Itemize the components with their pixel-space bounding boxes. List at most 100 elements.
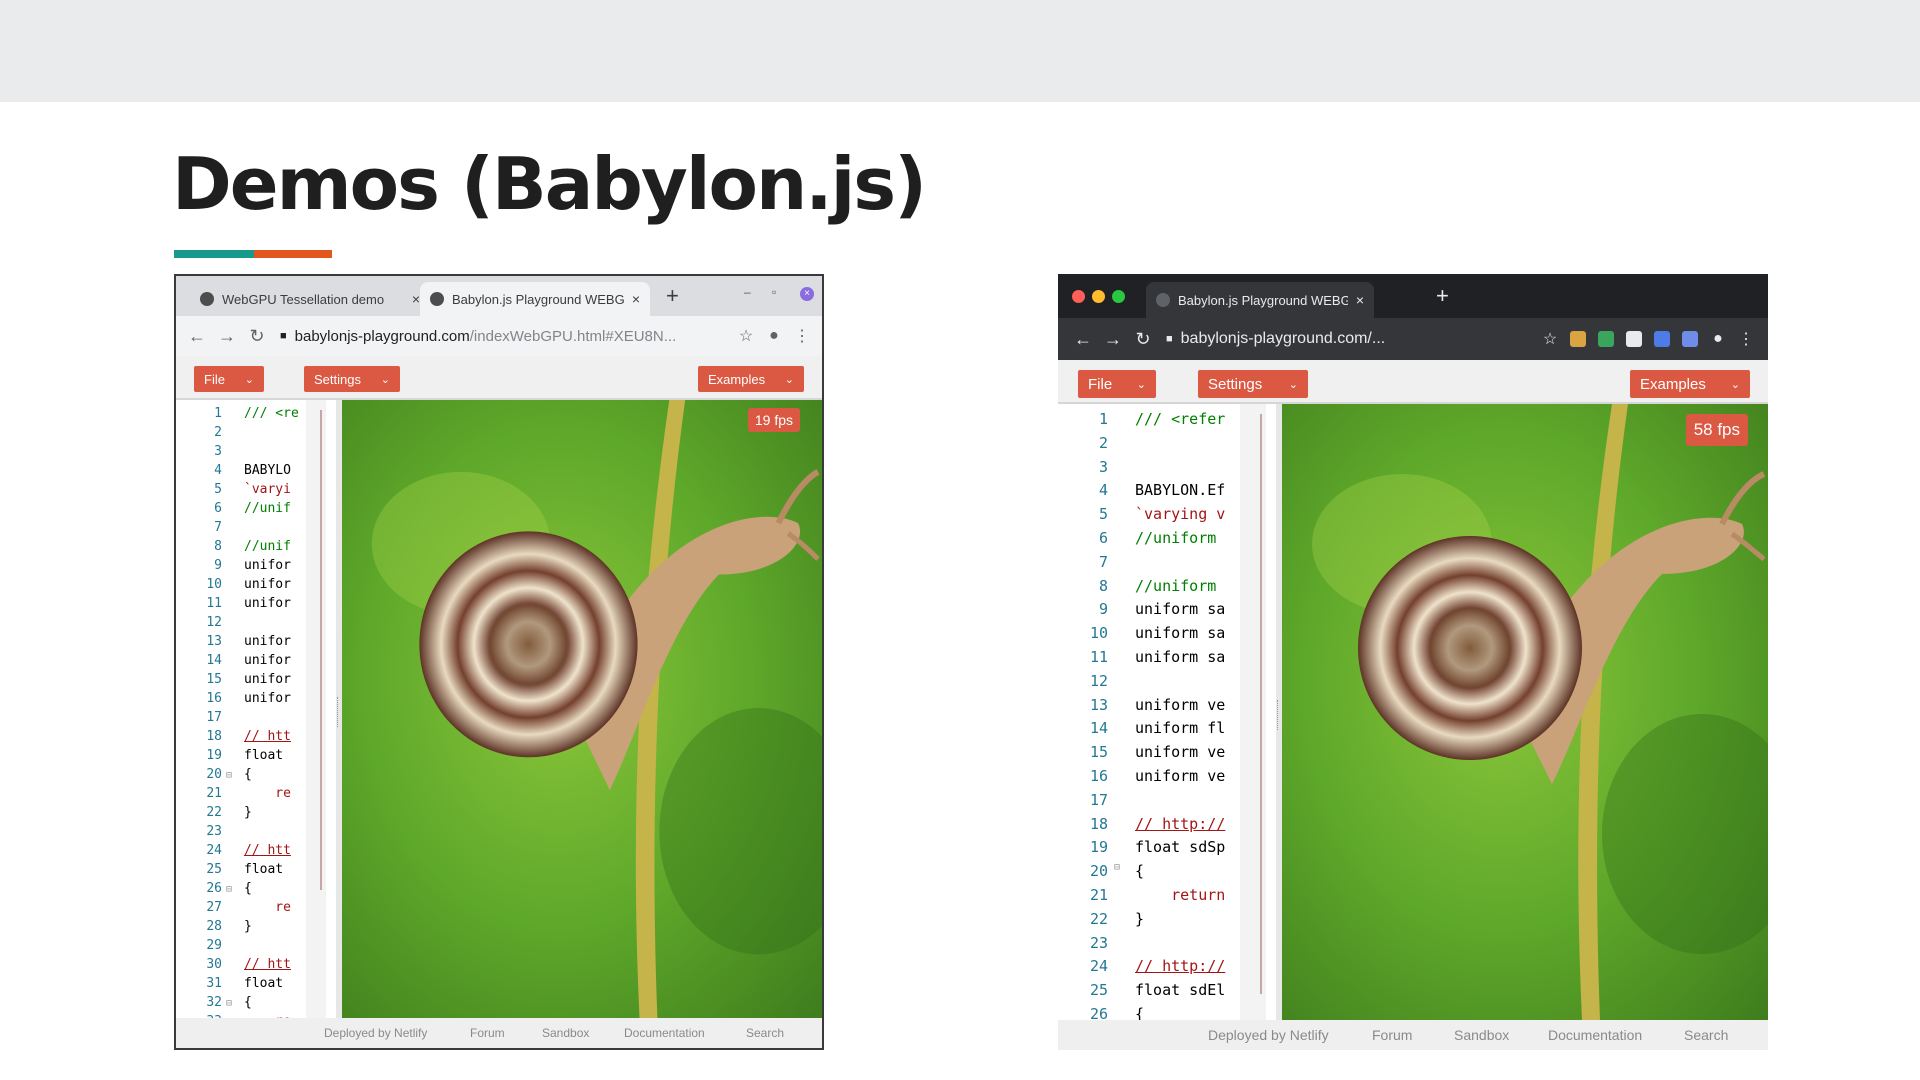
extension-icon-shield[interactable] [1654,331,1670,347]
footer-link-documentation[interactable]: Documentation [1548,1027,1642,1043]
code-editor[interactable]: 1 2 3 4 5 6 7 8 9 10 11 12 13 14 15 16 17 18 19 20 21 22 23 24 2… [176,400,336,1018]
menu-icon[interactable]: ⋮ [1732,329,1760,349]
line-number: 11 [206,596,222,611]
footer-link-netlify[interactable]: Deployed by Netlify [1208,1027,1329,1043]
url-path: /indexWebGPU.html#XEU8N... [469,327,677,345]
footer-link-netlify[interactable]: Deployed by Netlify [324,1026,427,1040]
code-line: re [244,900,291,915]
settings-menu-button[interactable]: Settings ⌄ [1198,370,1308,398]
code-line: BABYLO [244,463,291,478]
code-editor[interactable]: 1 2 3 4 5 6 7 8 9 10 11 12 13 14 15 16 17 18 19 20 21 22 23 24 2… [1058,404,1276,1020]
account-icon[interactable]: ● [760,327,788,345]
code-line: unifor [244,653,291,668]
line-number: 17 [206,710,222,725]
line-number: 11 [1089,647,1108,666]
code-line: uniform fl [1135,719,1226,738]
minimize-button[interactable]: – [744,285,751,299]
right-browser-window: Babylon.js Playground WEBGPU × + ← → ↻ ■… [1058,274,1768,1050]
window-close-button[interactable]: × [800,287,814,301]
close-icon[interactable]: × [632,291,640,307]
line-number: 22 [1089,909,1108,928]
reload-icon[interactable]: ↻ [242,326,272,347]
forward-icon[interactable]: → [212,326,242,347]
new-tab-button[interactable]: + [1436,283,1449,309]
settings-menu-button[interactable]: Settings ⌄ [304,366,400,392]
extension-icon-react[interactable] [1682,331,1698,347]
code-line: // htt [244,957,291,972]
extension-icon-card[interactable] [1626,331,1642,347]
back-icon[interactable]: ← [1068,329,1098,350]
fold-icon[interactable]: ⊟ [226,770,232,781]
chevron-down-icon: ⌄ [1730,378,1740,391]
editor-minimap[interactable] [1240,404,1266,1020]
reload-icon[interactable]: ↻ [1128,329,1158,350]
line-number: 15 [206,672,222,687]
footer-link-documentation[interactable]: Documentation [624,1026,705,1040]
line-number: 13 [206,634,222,649]
editor-minimap[interactable] [306,400,326,1018]
zoom-window-dot[interactable] [1112,290,1125,303]
code-line: //unif [244,539,291,554]
new-tab-button[interactable]: + [666,283,679,309]
code-line: float [244,862,291,877]
tab-babylon-playground[interactable]: Babylon.js Playground WEBGPU × [1146,282,1374,318]
code-line: unifor [244,634,291,649]
code-line: unifor [244,672,291,687]
fold-icon[interactable]: ⊟ [226,998,232,1009]
close-icon[interactable]: × [1356,292,1364,308]
footer-link-sandbox[interactable]: Sandbox [542,1026,589,1040]
close-window-dot[interactable] [1072,290,1085,303]
footer-link-forum[interactable]: Forum [1372,1027,1412,1043]
menu-icon[interactable]: ⋮ [788,326,816,346]
url-field[interactable]: ■ babylonjs-playground.com/... [1166,330,1536,348]
back-icon[interactable]: ← [182,326,212,347]
close-icon[interactable]: × [412,291,420,307]
code-text[interactable]: /// <refer BABYLON.Ef `varying v//uniform … [1135,404,1240,1020]
examples-menu-button[interactable]: Examples ⌄ [1630,370,1750,398]
line-number: 15 [1089,743,1108,762]
line-number: 19 [206,748,222,763]
footer-link-search[interactable]: Search [1684,1027,1728,1043]
tab-babylon-playground[interactable]: Babylon.js Playground WEBGPU × [420,282,650,316]
fold-icon[interactable]: ⊟ [226,884,232,895]
forward-icon[interactable]: → [1098,329,1128,350]
fold-icon[interactable]: ⊟ [1114,862,1120,873]
minimize-window-dot[interactable] [1092,290,1105,303]
examples-menu-button[interactable]: Examples ⌄ [698,366,804,392]
line-number: 13 [1089,695,1108,714]
url-field[interactable]: ■ babylonjs-playground.com/indexWebGPU.h… [280,328,732,345]
chevron-down-icon: ⌄ [1136,378,1146,391]
left-browser-window: WebGPU Tessellation demo × Babylon.js Pl… [174,274,824,1050]
line-number: 3 [1098,457,1108,476]
line-number: 23 [1089,933,1108,952]
restore-button[interactable]: ▫ [772,285,776,299]
settings-label: Settings [1208,375,1263,393]
footer-link-forum[interactable]: Forum [470,1026,505,1040]
code-line: //unif [244,501,291,516]
account-icon[interactable]: ● [1704,330,1732,348]
chevron-down-icon: ⌄ [784,373,794,386]
extension-icon-check[interactable] [1598,331,1614,347]
render-canvas[interactable]: 58 fps [1282,404,1768,1020]
code-line: uniform ve [1135,766,1226,785]
file-menu-button[interactable]: File ⌄ [1078,370,1156,398]
tab-webgpu-tessellation[interactable]: WebGPU Tessellation demo × [190,282,430,316]
footer-link-sandbox[interactable]: Sandbox [1454,1027,1509,1043]
code-line: //uniform [1135,576,1226,595]
footer-link-search[interactable]: Search [746,1026,784,1040]
render-canvas[interactable]: 19 fps [342,400,822,1018]
code-line: // htt [244,843,291,858]
code-text[interactable]: /// <re BABYLO `varyi //unif //unif unifor uni… [244,400,306,1018]
url-host: babylonjs-playground.com [294,327,470,345]
file-menu-button[interactable]: File ⌄ [194,366,264,392]
examples-label: Examples [1640,375,1706,393]
code-line: return [1135,885,1226,904]
star-icon[interactable]: ☆ [1536,329,1564,349]
code-line: `varyi [244,482,291,497]
star-icon[interactable]: ☆ [732,326,760,346]
extension-icon-notes[interactable] [1570,331,1586,347]
